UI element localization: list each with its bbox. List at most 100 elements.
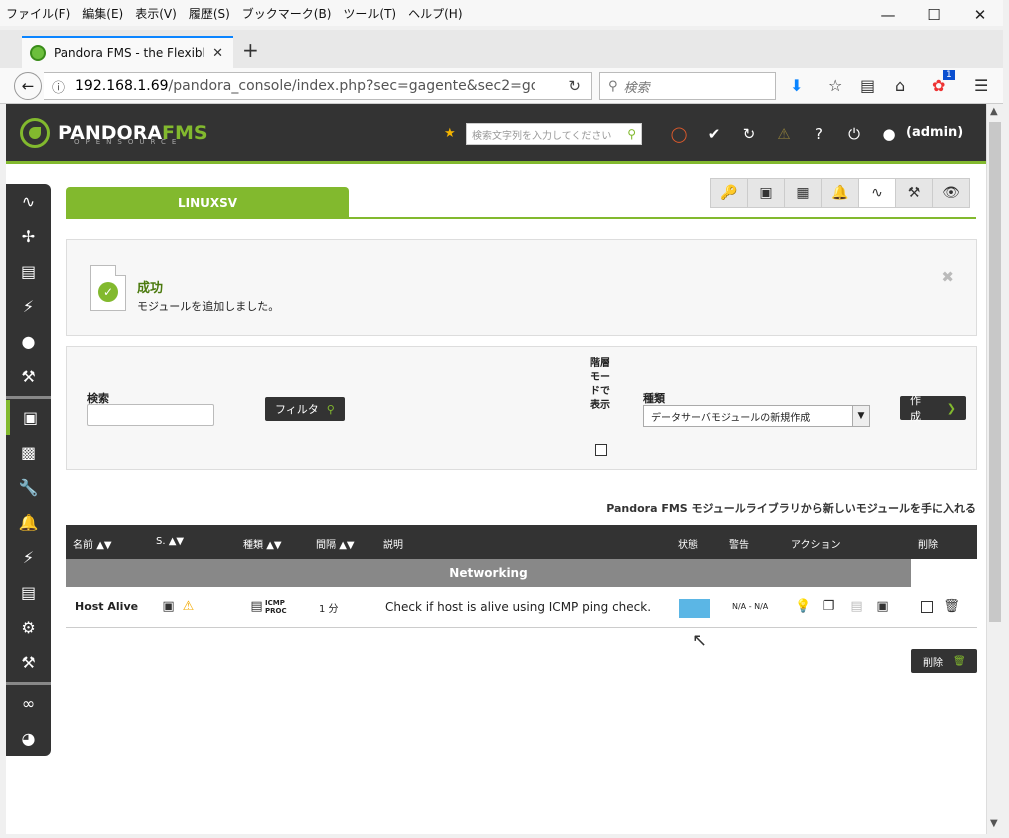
tab-alerts-icon[interactable]: 🔔 bbox=[821, 178, 859, 208]
scroll-thumb[interactable] bbox=[989, 122, 1001, 622]
chevron-right-icon: ❯ bbox=[946, 401, 956, 415]
header-interval[interactable]: 間隔 ▲▼ bbox=[316, 536, 355, 551]
tools-icon[interactable]: ⚒ bbox=[6, 359, 51, 394]
alerts-bell-icon[interactable]: 🔔 bbox=[6, 505, 51, 540]
configuration-wrench-icon[interactable]: 🔧 bbox=[6, 470, 51, 505]
tab-view-eye-icon[interactable]: 👁 bbox=[932, 178, 970, 208]
links-icon[interactable]: ∞ bbox=[6, 686, 51, 721]
normalize-graph-icon[interactable]: ▤ bbox=[848, 598, 865, 615]
module-library-link[interactable]: Pandora FMS モジュールライブラリから新しいモジュールを手に入れる bbox=[606, 500, 976, 516]
back-button[interactable]: ← bbox=[14, 72, 42, 100]
header-search-icon[interactable]: ⚲ bbox=[627, 127, 636, 141]
reading-list-icon[interactable]: ▤ bbox=[860, 76, 875, 95]
header-description: 説明 bbox=[383, 540, 403, 551]
search-icon: ⚲ bbox=[608, 78, 618, 94]
close-window-button[interactable]: ✕ bbox=[957, 0, 1003, 30]
username-label[interactable]: (admin) bbox=[906, 125, 963, 140]
tab-close-icon[interactable]: ✕ bbox=[212, 46, 223, 61]
help-icon[interactable]: ? bbox=[809, 124, 829, 144]
minimize-button[interactable]: — bbox=[865, 0, 911, 30]
update-manager-icon[interactable]: ◕ bbox=[6, 721, 51, 756]
new-tab-button[interactable]: + bbox=[242, 38, 259, 62]
scroll-down-icon[interactable]: ▼ bbox=[990, 818, 998, 829]
filter-button[interactable]: フィルタ ⚲ bbox=[265, 397, 345, 421]
event-config-icon[interactable]: ⚡ bbox=[6, 540, 51, 575]
edit-module-icon[interactable]: ▣ bbox=[874, 598, 891, 615]
hierarchy-mode-label: 階層モードで表示 bbox=[590, 358, 610, 411]
header-actions: アクション bbox=[791, 540, 841, 551]
favorites-star-icon[interactable]: ★ bbox=[444, 126, 456, 141]
bookmark-star-icon[interactable]: ☆ bbox=[828, 76, 842, 95]
user-icon[interactable]: ● bbox=[879, 124, 899, 144]
success-title: 成功 bbox=[137, 281, 164, 296]
maximize-button[interactable]: ☐ bbox=[911, 0, 957, 30]
tab-title: Pandora FMS - the Flexible Monitoring Sy… bbox=[54, 46, 204, 60]
chevron-down-icon: ▼ bbox=[852, 406, 869, 426]
site-info-icon[interactable]: ⓘ bbox=[52, 77, 65, 96]
download-icon[interactable]: ⬇ bbox=[790, 76, 803, 95]
module-filter-box: 検索 フィルタ ⚲ 階層モードで表示 種類 データサーバモジュールの新規作成 ▼ … bbox=[66, 346, 977, 470]
delete-button[interactable]: 削除 🗑 bbox=[911, 649, 977, 673]
module-type-select[interactable]: データサーバモジュールの新規作成 ▼ bbox=[643, 405, 870, 427]
module-warning-icon: ⚠ bbox=[182, 599, 195, 614]
header-type[interactable]: 種類 ▲▼ bbox=[243, 536, 282, 551]
delete-trash-icon[interactable]: 🗑 bbox=[943, 598, 960, 615]
scroll-up-icon[interactable]: ▲ bbox=[990, 106, 998, 117]
module-interval: 1 分 bbox=[319, 604, 339, 615]
menu-tools[interactable]: ツール(T) bbox=[337, 5, 402, 22]
autorefresh-icon[interactable]: ↻ bbox=[739, 124, 759, 144]
page-scrollbar[interactable]: ▲ ▼ bbox=[986, 104, 1003, 834]
module-name[interactable]: Host Alive bbox=[75, 600, 138, 613]
servers-icon[interactable]: ▤ bbox=[6, 575, 51, 610]
reload-icon[interactable]: ↻ bbox=[568, 77, 581, 95]
home-icon[interactable]: ⌂ bbox=[895, 76, 905, 95]
menu-edit[interactable]: 編集(E) bbox=[76, 5, 129, 22]
pandora-logo[interactable]: PANDORAFMS OPENSOURCE bbox=[20, 118, 208, 148]
url-bar[interactable]: ⓘ 192.168.1.69/pandora_console/index.php… bbox=[44, 72, 592, 100]
pandora-favicon-icon bbox=[30, 45, 46, 61]
browser-tab[interactable]: Pandora FMS - the Flexible Monitoring Sy… bbox=[22, 36, 233, 68]
tab-collection-icon[interactable]: ▣ bbox=[747, 178, 785, 208]
disable-module-bulb-icon[interactable]: 💡 bbox=[795, 598, 812, 615]
hierarchy-mode-checkbox[interactable] bbox=[595, 444, 607, 456]
sort-arrows-icon: ▲▼ bbox=[339, 540, 355, 551]
events-bolt-icon[interactable]: ⚡ bbox=[6, 289, 51, 324]
module-search-input[interactable] bbox=[87, 404, 214, 426]
menu-help[interactable]: ヘルプ(H) bbox=[402, 5, 468, 22]
duplicate-module-icon[interactable]: ❐ bbox=[820, 598, 837, 615]
menu-file[interactable]: ファイル(F) bbox=[0, 5, 76, 22]
setup-gear-icon[interactable]: ⚙ bbox=[6, 610, 51, 645]
tab-inventory-icon[interactable]: ▦ bbox=[784, 178, 822, 208]
filter-search-icon: ⚲ bbox=[326, 402, 335, 416]
logout-power-icon[interactable]: ⏻ bbox=[844, 124, 864, 144]
resources-icon[interactable]: ▣ bbox=[6, 400, 51, 435]
hamburger-menu-icon[interactable]: ☰ bbox=[974, 76, 988, 95]
tab-modules-icon[interactable]: ∿ bbox=[858, 178, 896, 208]
menu-history[interactable]: 履歴(S) bbox=[183, 5, 236, 22]
menu-separator bbox=[6, 682, 51, 685]
topology-icon[interactable]: ✢ bbox=[6, 219, 51, 254]
create-button[interactable]: 作成 ❯ bbox=[900, 394, 966, 423]
pandora-logo-icon bbox=[20, 118, 50, 148]
ok-check-icon[interactable]: ✔ bbox=[704, 124, 724, 144]
monitoring-icon[interactable]: ∿ bbox=[6, 184, 51, 219]
header-name[interactable]: 名前 ▲▼ bbox=[73, 536, 112, 551]
header-status-s[interactable]: S. ▲▼ bbox=[156, 536, 184, 547]
header-search-input[interactable]: 検索文字列を入力してください ⚲ bbox=[466, 123, 642, 145]
warning-icon[interactable]: ⚠ bbox=[774, 124, 794, 144]
menu-view[interactable]: 表示(V) bbox=[129, 5, 183, 22]
delete-row-checkbox[interactable] bbox=[921, 601, 933, 613]
menu-separator bbox=[6, 396, 51, 399]
tab-tools-icon[interactable]: ⚒ bbox=[895, 178, 933, 208]
mouse-cursor-icon: ↖ bbox=[692, 630, 708, 651]
workspace-user-icon[interactable]: ● bbox=[6, 324, 51, 359]
sort-arrows-icon: ▲▼ bbox=[266, 540, 282, 551]
support-lifebuoy-icon[interactable]: ◯ bbox=[669, 124, 689, 144]
close-message-icon[interactable]: ✖ bbox=[941, 268, 954, 286]
menu-bookmarks[interactable]: ブックマーク(B) bbox=[236, 5, 338, 22]
profiles-icon[interactable]: ▩ bbox=[6, 435, 51, 470]
browser-search-input[interactable]: ⚲ 検索 bbox=[599, 72, 776, 100]
reporting-icon[interactable]: ▤ bbox=[6, 254, 51, 289]
tab-setup-key-icon[interactable]: 🔑 bbox=[710, 178, 748, 208]
admin-tools-icon[interactable]: ⚒ bbox=[6, 645, 51, 680]
